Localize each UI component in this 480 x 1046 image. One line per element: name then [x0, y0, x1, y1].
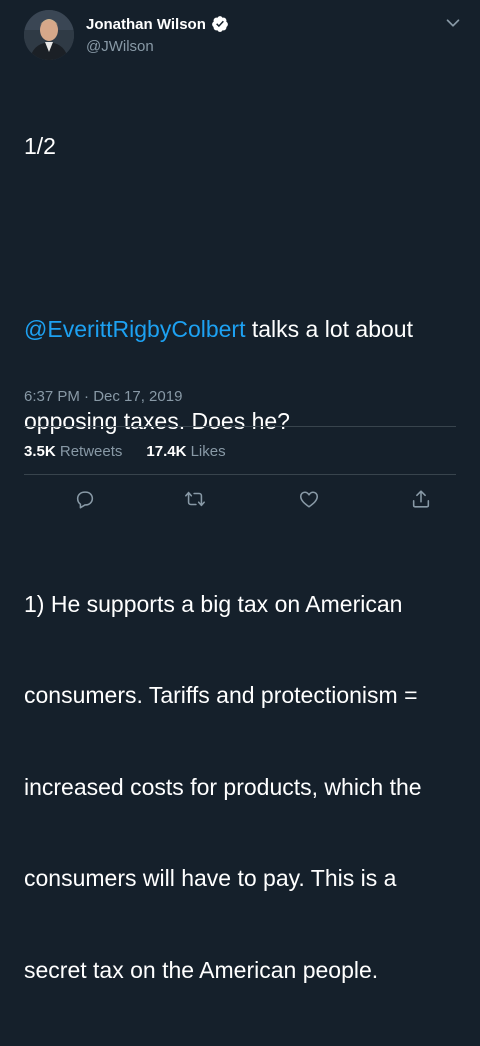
retweets-stat[interactable]: 3.5K Retweets	[24, 443, 122, 460]
like-icon[interactable]	[296, 486, 322, 512]
tweet-line	[24, 223, 464, 254]
tweet-text: 1/2 @EverittRigbyColbert talks a lot abo…	[24, 70, 464, 1046]
avatar[interactable]	[24, 10, 74, 60]
tweet-header: Jonathan Wilson @JWilson	[24, 10, 464, 62]
retweets-count: 3.5K	[24, 443, 56, 460]
chevron-down-icon[interactable]	[442, 12, 464, 34]
tweet-line-text: talks a lot about	[245, 316, 413, 342]
divider	[24, 474, 456, 475]
tweet-line: consumers will have to pay. This is a	[24, 865, 397, 891]
tweet-line: 1) He supports a big tax on American	[24, 590, 403, 617]
tweet-line: 1/2	[24, 133, 56, 159]
divider	[24, 426, 456, 427]
user-handle[interactable]: @JWilson	[86, 38, 154, 55]
tweet-line: secret tax on the American people.	[24, 956, 379, 983]
reply-icon[interactable]	[72, 486, 98, 512]
tweet-line: @EverittRigbyColbert talks a lot about	[24, 314, 464, 345]
verified-badge-icon	[211, 15, 229, 33]
tweet-line: opposing taxes. Does he?	[24, 407, 290, 434]
share-icon[interactable]	[408, 486, 434, 512]
tweet-line: increased costs for products, which the	[24, 773, 422, 800]
name-row: Jonathan Wilson	[86, 15, 229, 33]
retweet-icon[interactable]	[182, 486, 208, 512]
likes-stat[interactable]: 17.4K Likes	[146, 443, 225, 460]
mention-link[interactable]: @EverittRigbyColbert	[24, 316, 245, 342]
avatar-image	[24, 10, 74, 60]
tweet-stats: 3.5K Retweets 17.4K Likes	[24, 443, 226, 460]
tweet-actions	[0, 486, 480, 516]
tweet: Jonathan Wilson @JWilson 1/2 @EverittRig…	[0, 0, 480, 983]
likes-label: Likes	[190, 443, 226, 460]
display-name[interactable]: Jonathan Wilson	[86, 16, 206, 33]
retweets-label: Retweets	[59, 443, 123, 460]
tweet-timestamp[interactable]: 6:37 PM · Dec 17, 2019	[24, 388, 182, 405]
tweet-line: consumers. Tariffs and protectionism =	[24, 682, 418, 708]
likes-count: 17.4K	[146, 443, 187, 460]
